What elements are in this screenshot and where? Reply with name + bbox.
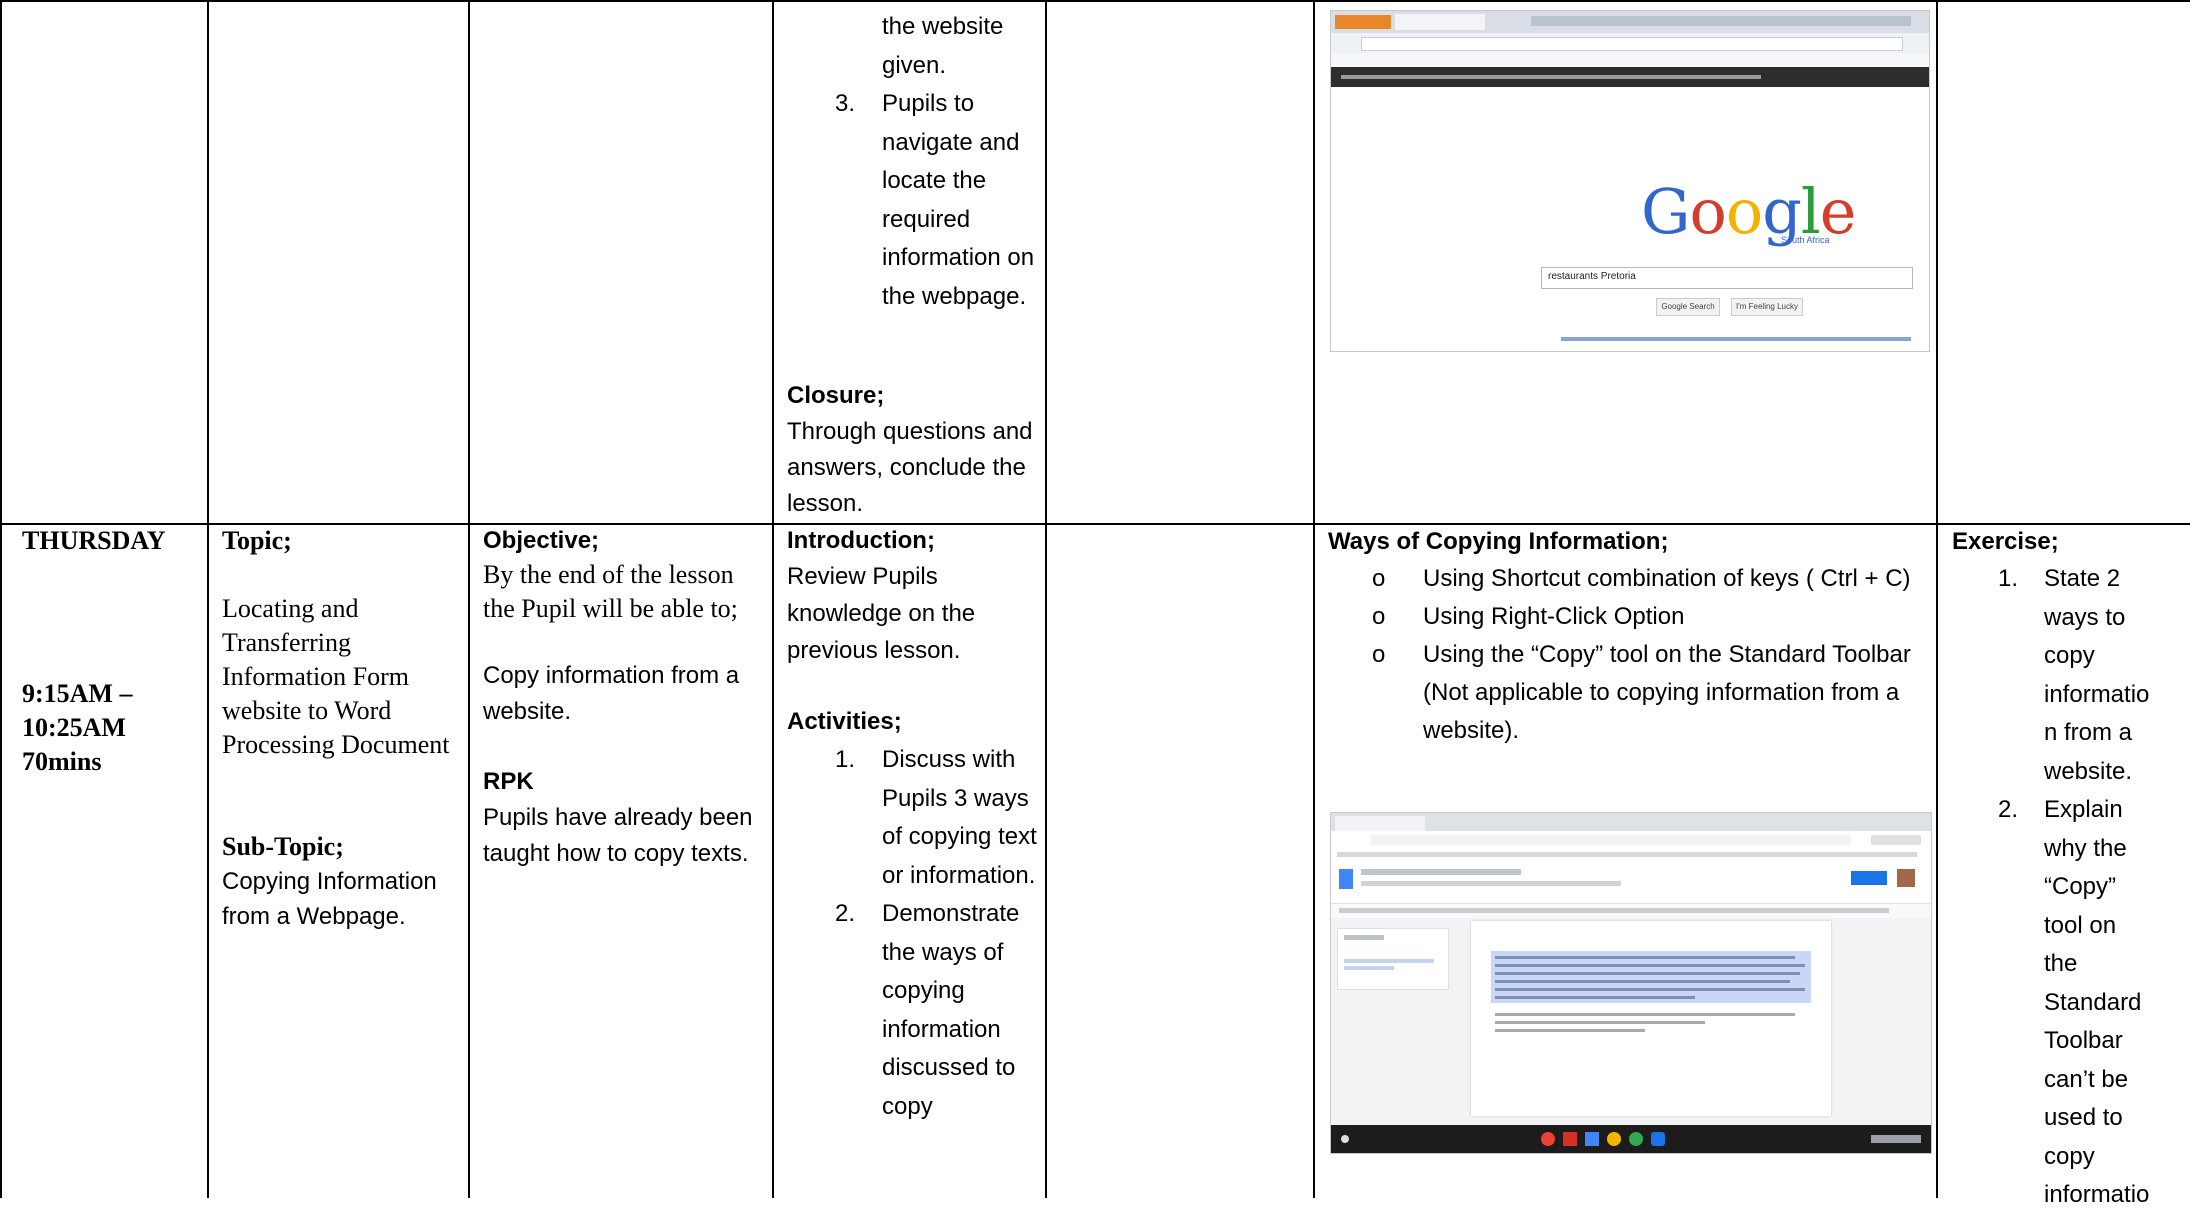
activity-3-text: Pupils to navigate and locate the requir… (882, 90, 1035, 310)
exercise-item: 2. Explain why the “Copy” tool on the St… (1952, 791, 2156, 1215)
activity-text: Demonstrate the ways of copying informat… (882, 900, 1020, 1120)
objective-item: Copy information from a website. (483, 662, 740, 725)
system-tray (1871, 1135, 1921, 1143)
activity-item: 2. Demonstrate the ways of copying infor… (787, 895, 1039, 1126)
browser-address-bar (1331, 33, 1929, 53)
gmail-icon (1563, 1132, 1577, 1146)
day-label: THURSDAY (22, 526, 166, 555)
ways-heading: Ways of Copying Information; (1328, 528, 1669, 555)
google-homepage-screenshot: Google South Africa restaurants Pretoria… (1330, 10, 1930, 352)
google-search-query: restaurants Pretoria (1548, 271, 1636, 282)
bookmarks-bar (1331, 849, 1931, 861)
google-black-bar (1331, 67, 1929, 87)
col-border (772, 0, 774, 1198)
photos-icon (1607, 1132, 1621, 1146)
ways-text: Using Right-Click Option (1423, 603, 1685, 630)
intro-text: Review Pupils knowledge on the previous … (787, 563, 976, 664)
col-border (1045, 0, 1047, 1198)
activity-2-tail: the website given. (882, 13, 1004, 79)
ways-text: Using the “Copy” tool on the Standard To… (1423, 641, 1911, 744)
bookmarks-bar (1331, 53, 1929, 67)
docs-page (1471, 921, 1831, 1116)
exercise-text: Explain why the “Copy” tool on the Stand… (2044, 796, 2150, 1208)
chromeos-shelf (1331, 1125, 1931, 1153)
exercise-number: 2. (1998, 796, 2019, 823)
google-footer-links (1561, 337, 1911, 341)
closure-block: Closure; Through questions and answers, … (787, 378, 1052, 522)
closure-text: Through questions and answers, conclude … (787, 418, 1033, 517)
exercise-heading: Exercise; (1952, 528, 2059, 555)
subtopic-text: Copying Information from a Webpage. (222, 868, 437, 930)
activity-3-number: 3. (835, 90, 856, 117)
day-cell: THURSDAY 9:15AM – 10:25AM 70mins (22, 524, 202, 779)
activity-item: 1. Discuss with Pupils 3 ways of copying… (787, 741, 1039, 895)
google-logo: Google (1641, 175, 1856, 248)
rpk-text: Pupils have already been taught how to c… (483, 804, 753, 867)
docs-header (1331, 861, 1931, 903)
table-top-border (0, 0, 2190, 2)
selected-text-highlight (1491, 951, 1811, 1003)
ways-item: o Using Shortcut combination of keys ( C… (1328, 560, 1928, 598)
col-border (468, 0, 470, 1198)
docs-outline-panel (1337, 928, 1449, 990)
files-icon (1651, 1132, 1665, 1146)
ways-cell: Ways of Copying Information; o Using Sho… (1328, 524, 1928, 750)
topic-heading: Topic; (222, 526, 292, 555)
browser-address-bar (1331, 831, 1931, 849)
lesson-plan-table: the website given. 3. Pupils to navigate… (0, 0, 2190, 1208)
play-icon (1629, 1132, 1643, 1146)
docs-icon (1585, 1132, 1599, 1146)
introduction-cell: Introduction; Review Pupils knowledge on… (787, 524, 1039, 1126)
ways-text: Using Shortcut combination of keys ( Ctr… (1423, 565, 1911, 592)
topic-text: Locating and Transferring Information Fo… (222, 594, 450, 759)
topic-cell: Topic; Locating and Transferring Informa… (222, 524, 462, 934)
activities-heading: Activities; (787, 708, 902, 735)
google-lucky-button[interactable]: I'm Feeling Lucky (1731, 298, 1803, 316)
google-search-button[interactable]: Google Search (1656, 298, 1720, 316)
exercise-item: 1. State 2 ways to copy informatio n fro… (1952, 560, 2156, 791)
col-border (0, 0, 2, 1198)
objective-heading: Objective; (483, 527, 600, 554)
col-border (1936, 0, 1938, 1198)
chrome-icon (1541, 1132, 1555, 1146)
exercise-number: 1. (1998, 565, 2019, 592)
col-border (207, 0, 209, 1198)
activities-continued: the website given. 3. Pupils to navigate… (787, 8, 1037, 316)
activity-text: Discuss with Pupils 3 ways of copying te… (882, 746, 1037, 889)
col-border (1313, 0, 1315, 1198)
google-search-input[interactable]: restaurants Pretoria (1541, 267, 1913, 289)
ways-item: o Using the “Copy” tool on the Standard … (1328, 636, 1928, 750)
browser-tab-bar (1331, 11, 1929, 33)
google-region-label: South Africa (1781, 235, 1830, 245)
time-label: 9:15AM – 10:25AM 70mins (22, 679, 133, 776)
subtopic-heading: Sub-Topic; (222, 832, 344, 861)
exercise-text: State 2 ways to copy informatio n from a… (2044, 565, 2150, 785)
objective-text: By the end of the lesson the Pupil will … (483, 560, 738, 623)
ways-item: o Using Right-Click Option (1328, 598, 1928, 636)
rpk-heading: RPK (483, 768, 534, 795)
exercise-cell: Exercise; 1. State 2 ways to copy inform… (1952, 524, 2188, 1215)
browser-tab-bar (1331, 813, 1931, 831)
activity-number: 2. (835, 900, 856, 927)
intro-heading: Introduction; (787, 527, 935, 554)
google-docs-screenshot (1330, 812, 1932, 1154)
bullet-marker: o (1372, 641, 1386, 668)
bullet-marker: o (1372, 603, 1386, 630)
closure-heading: Closure; (787, 382, 885, 409)
bullet-marker: o (1372, 565, 1386, 592)
objective-cell: Objective; By the end of the lesson the … (483, 524, 768, 872)
docs-toolbar (1331, 903, 1931, 918)
activity-number: 1. (835, 746, 856, 773)
